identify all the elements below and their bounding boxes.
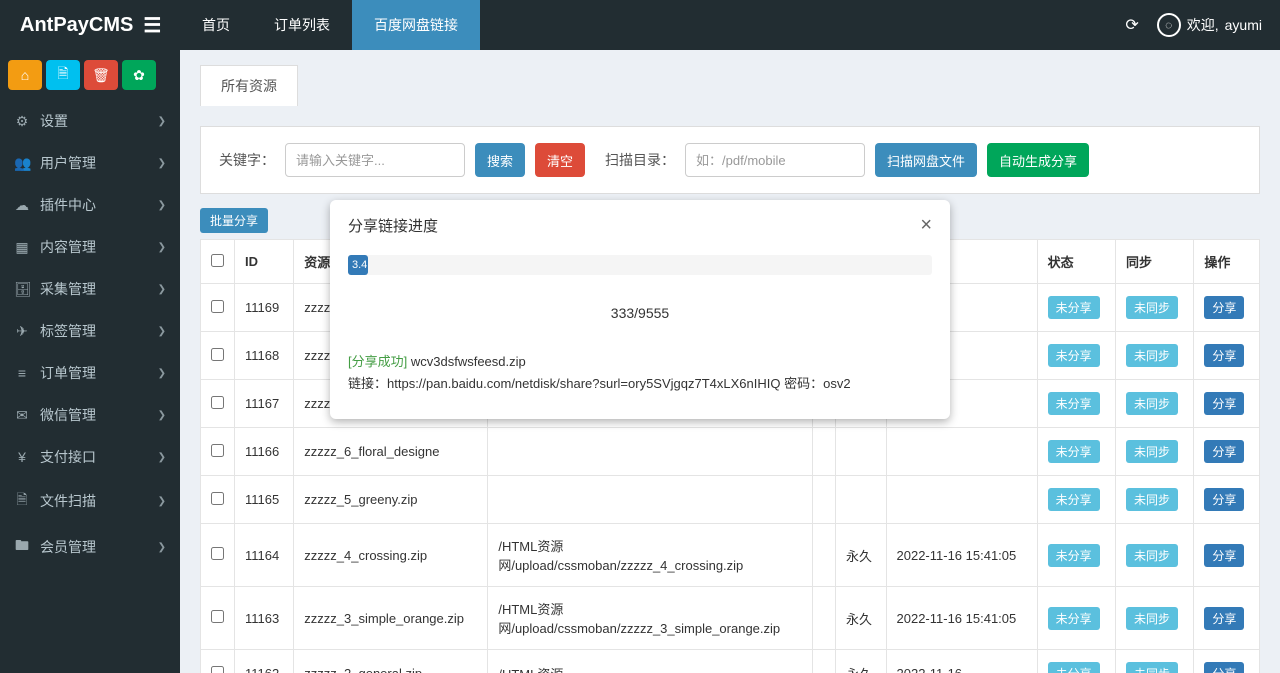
modal-title: 分享链接进度 bbox=[348, 215, 438, 236]
share-pwd: osv2 bbox=[823, 376, 850, 391]
link-label: 链接： bbox=[348, 376, 387, 391]
modal-overlay: 分享链接进度 × 3.4 333/9555 [分享成功] wcv3dsfwsfe… bbox=[0, 0, 1280, 673]
progress-counter: 333/9555 bbox=[348, 305, 932, 321]
share-progress-modal: 分享链接进度 × 3.4 333/9555 [分享成功] wcv3dsfwsfe… bbox=[330, 200, 950, 419]
success-filename: wcv3dsfwsfeesd.zip bbox=[411, 354, 526, 369]
share-result: [分享成功] wcv3dsfwsfeesd.zip 链接：https://pan… bbox=[348, 351, 932, 395]
share-link: https://pan.baidu.com/netdisk/share?surl… bbox=[387, 376, 780, 391]
pwd-label: 密码： bbox=[784, 376, 823, 391]
progress-bar-fill: 3.4 bbox=[348, 255, 368, 275]
success-tag: [分享成功] bbox=[348, 354, 407, 369]
close-icon[interactable]: × bbox=[920, 214, 932, 237]
progress-bar-track: 3.4 bbox=[348, 255, 932, 275]
